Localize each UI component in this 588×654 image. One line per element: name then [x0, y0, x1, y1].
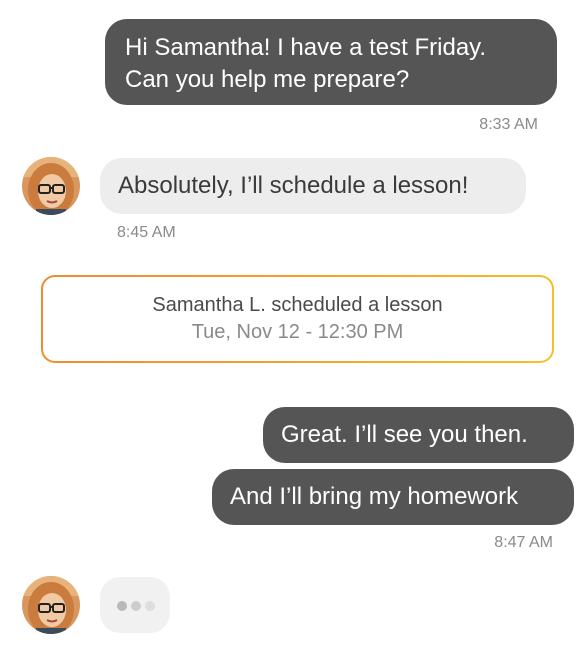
- scheduled-lesson-card[interactable]: Samantha L. scheduled a lesson Tue, Nov …: [41, 275, 554, 363]
- scheduled-lesson-card-body: Samantha L. scheduled a lesson Tue, Nov …: [43, 277, 552, 361]
- message-timestamp: 8:47 AM: [494, 534, 553, 551]
- message-text: Great. I’ll see you then.: [281, 421, 528, 448]
- outgoing-message-bubble[interactable]: Hi Samantha! I have a test Friday. Can y…: [105, 19, 557, 105]
- message-line: Can you help me prepare?: [125, 66, 410, 93]
- message-line: Hi Samantha! I have a test Friday.: [125, 34, 487, 61]
- chat-thread: Hi Samantha! I have a test Friday. Can y…: [0, 0, 588, 654]
- tutor-avatar-icon: [22, 157, 80, 215]
- message-text: And I’ll bring my homework: [230, 483, 519, 510]
- message-timestamp: 8:45 AM: [117, 224, 176, 241]
- event-datetime: Tue, Nov 12 - 12:30 PM: [191, 321, 404, 343]
- typing-dot-icon: [117, 601, 127, 611]
- outgoing-message-bubble[interactable]: And I’ll bring my homework: [212, 469, 574, 525]
- typing-indicator: [100, 577, 170, 633]
- typing-dot-icon: [145, 601, 155, 611]
- tutor-avatar[interactable]: [22, 576, 80, 634]
- typing-dot-icon: [131, 601, 141, 611]
- tutor-avatar[interactable]: [22, 157, 80, 215]
- tutor-avatar-icon: [22, 576, 80, 634]
- event-title: Samantha L. scheduled a lesson: [152, 294, 443, 316]
- message-timestamp: 8:33 AM: [479, 116, 538, 133]
- outgoing-message-bubble[interactable]: Great. I’ll see you then.: [263, 407, 574, 463]
- incoming-message-bubble[interactable]: Absolutely, I’ll schedule a lesson!: [100, 158, 526, 214]
- message-text: Absolutely, I’ll schedule a lesson!: [118, 172, 469, 199]
